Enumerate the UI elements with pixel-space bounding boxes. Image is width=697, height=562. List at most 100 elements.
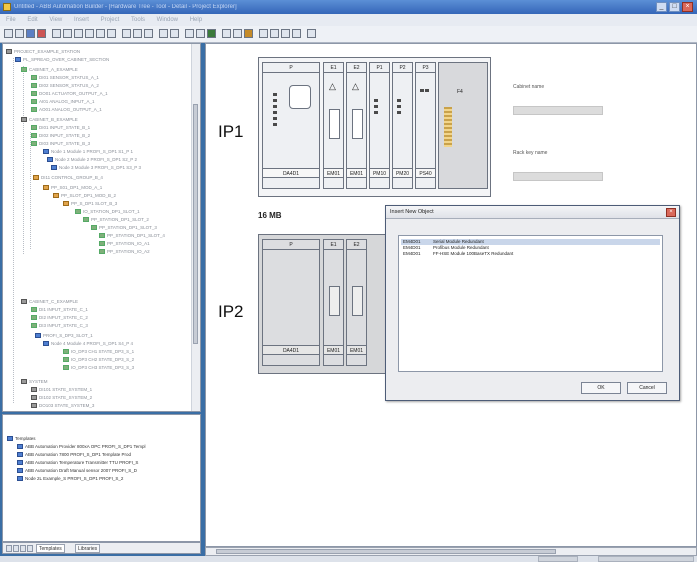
module-p[interactable]: P DA4D1 [262,62,320,189]
tree-item[interactable]: DI02 SENSOR_STATUS_A_2 [31,82,99,90]
module-extension[interactable]: F4 [438,62,488,189]
menu-insert[interactable]: Insert [74,17,89,23]
tab-libraries[interactable]: Libraries [75,544,101,553]
module-e2[interactable]: E2 △ EM01 [346,62,367,189]
tree-item[interactable]: PROJECT_EXAMPLE_STATION [6,48,80,56]
tree-item[interactable]: DI11 CONTROL_GROUP_B_4 [33,174,103,182]
editor-hscrollbar[interactable] [205,547,697,556]
table-icon[interactable] [144,29,153,38]
menu-edit[interactable]: Edit [27,17,37,23]
tree-item[interactable]: DI102 STATE_SYSTEM_2 [31,394,92,402]
diagnostics-icon[interactable] [281,29,290,38]
tree-item[interactable]: IO_DP3 CH2 STATE_DP3_S_2 [63,356,134,364]
tree-item[interactable]: PP_SLOT_DP1_MOD_B_2 [53,192,116,200]
new-icon[interactable] [4,29,13,38]
maximize-button[interactable]: □ [669,2,680,12]
tree-item[interactable]: DI1 INPUT_STATE_C_1 [31,306,88,314]
menu-tools[interactable]: Tools [131,17,145,23]
module-icon[interactable] [196,29,205,38]
tree-item[interactable]: Node 2L Example_S PROFI_S_DP1 PROFI_S_2 [17,475,123,482]
module-p1[interactable]: P1 PM10 [369,62,390,189]
tree-item[interactable]: PP_STATION_DP1_SLOT_2 [83,216,149,224]
ok-button[interactable]: OK [581,382,621,394]
tree-item[interactable]: ABB Automation Draft Manual sensor 2007 … [17,467,137,474]
menu-project[interactable]: Project [101,17,120,23]
close-window-button[interactable]: × [682,2,693,12]
menu-help[interactable]: Help [190,17,202,23]
tree-item[interactable]: PL_SPREAD_OVER_CABINET_SECTION [15,56,109,64]
redo-icon[interactable] [63,29,72,38]
tree-item[interactable]: ABB Automation Temperature Transmitter T… [17,459,138,466]
tree-scroll-thumb[interactable] [193,104,198,344]
tab-prev-icon[interactable] [13,545,19,552]
tree-item[interactable]: AO01 ANALOG_OUTPUT_A_1 [31,106,102,114]
tree-item[interactable]: DI101 STATE_SYSTEM_1 [31,386,92,394]
tab-first-icon[interactable] [6,545,12,552]
cancel-button[interactable]: Cancel [627,382,667,394]
menu-file[interactable]: File [6,17,16,23]
upload-icon[interactable] [233,29,242,38]
options-icon[interactable] [307,29,316,38]
module-e1[interactable]: E1 △ EM01 [323,62,344,189]
tree-item[interactable]: DI02 INPUT_STATE_B_2 [31,132,90,140]
module-p2[interactable]: P2 PM20 [392,62,413,189]
cut-icon[interactable] [74,29,83,38]
tree-item[interactable]: IO_DP3 CH1 STATE_DP3_S_1 [63,348,134,356]
tree-item[interactable]: Node 4 Module 4 PROFI_S_DP1 S4_P 4 [43,340,133,348]
view-icon[interactable] [122,29,131,38]
rack-key-field[interactable] [513,172,603,181]
tree-item[interactable]: Node 3 Module 3 PROFI_S_DP1 S3_P 3 [51,164,141,172]
tree-item[interactable]: PP_S01_DP1_MOD_A_1 [43,184,102,192]
menu-window[interactable]: Window [157,17,178,23]
tree-scrollbar[interactable] [191,44,200,411]
tree-item[interactable]: Templates [7,435,36,442]
undo-icon[interactable] [52,29,61,38]
tree-item[interactable]: PP_STATION_IO_A1 [99,240,150,248]
tree-item[interactable]: SYSTEM [21,378,48,386]
tree-item[interactable]: PP_STATION_DP1_SLOT_3 [91,224,157,232]
zoom-icon[interactable] [159,29,168,38]
delete-icon[interactable] [107,29,116,38]
tree-item[interactable]: PP_STATION_DP1_SLOT_4 [99,232,165,240]
bus-icon[interactable] [270,29,279,38]
tree-item[interactable]: DO103 STATE_SYSTEM_3 [31,402,94,410]
tree-item[interactable]: DI2 INPUT_STATE_C_2 [31,314,88,322]
find-icon[interactable] [170,29,179,38]
editor-scroll-thumb[interactable] [216,549,556,554]
save-icon[interactable] [26,29,35,38]
tree-item[interactable]: IO_STATION_DP1_SLOT_1 [75,208,140,216]
tree-item[interactable]: DI3 INPUT_STATE_C_3 [31,322,88,330]
tree-item[interactable]: CABINET_B_EXAMPLE [21,116,78,124]
print-icon[interactable] [37,29,46,38]
tree-item[interactable]: ABB Automation Provider 800xA OPC PROFI_… [17,443,145,450]
tree-item[interactable]: DI01 INPUT_STATE_B_1 [31,124,90,132]
grid-icon[interactable] [133,29,142,38]
minimize-button[interactable]: _ [656,2,667,12]
download-icon[interactable] [222,29,231,38]
tree-item[interactable]: DI03 INPUT_STATE_B_3 [31,140,90,148]
open-icon[interactable] [15,29,24,38]
tree-item[interactable]: PP_STATION_IO_A2 [99,248,150,256]
network-icon[interactable] [259,29,268,38]
tree-item[interactable]: ABB Automation 7800 PROFI_S_DP1 Template… [17,451,131,458]
hardware-icon[interactable] [185,29,194,38]
module-p[interactable]: P DA4D1 [262,239,320,366]
copy-icon[interactable] [85,29,94,38]
tree-item[interactable]: Node 2 Module 2 PROFI_S_DP1 S2_P 2 [47,156,137,164]
module-e2[interactable]: E2 EM01 [346,239,367,366]
tab-templates[interactable]: Templates [36,544,65,553]
tree-item[interactable]: Node 1 Module 1 PROFI_S_DP1 S1_P 1 [43,148,133,156]
tree-item[interactable]: AI01 ANALOG_INPUT_A_1 [31,98,95,106]
tree-item[interactable]: PP_S_DP1 SLOT_B_3 [63,200,117,208]
tree-item[interactable]: CABINET_C_EXAMPLE [21,298,78,306]
module-e1[interactable]: E1 EM01 [323,239,344,366]
dialog-close-button[interactable]: × [666,208,676,217]
tree-item[interactable]: PROFI_S_DP3_SLOT_1 [35,332,93,340]
menu-view[interactable]: View [49,17,62,23]
cabinet-name-field[interactable] [513,106,603,115]
tab-last-icon[interactable] [27,545,33,552]
tree-item[interactable]: IO_DP3 CH3 STATE_DP3_S_3 [63,364,134,372]
tree-item[interactable]: DI01 SENSOR_STATUS_A_1 [31,74,99,82]
paste-icon[interactable] [96,29,105,38]
compile-icon[interactable] [207,29,216,38]
